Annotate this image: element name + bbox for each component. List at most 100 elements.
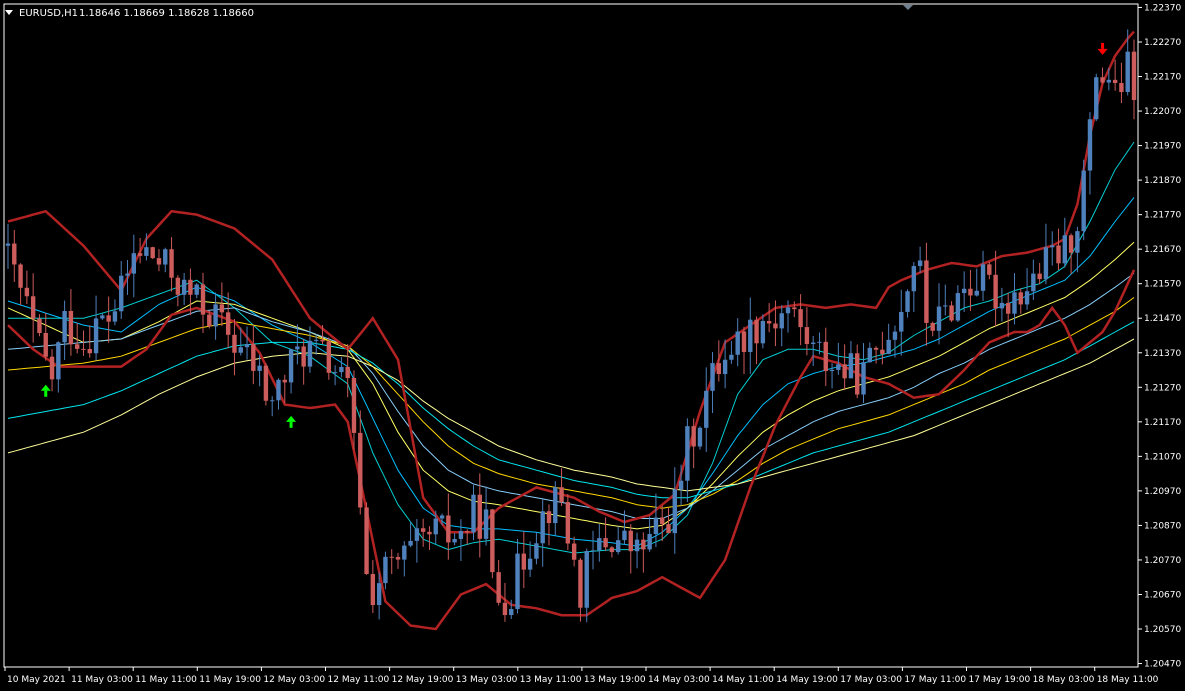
candle xyxy=(263,363,269,406)
x-tick-label: 11 May 03:00 xyxy=(71,675,133,685)
candle-body xyxy=(534,543,539,559)
y-tick-label: 1.21970 xyxy=(1144,142,1181,152)
candle-body xyxy=(1106,79,1112,83)
y-tick-label: 1.21070 xyxy=(1144,452,1181,462)
candle-body xyxy=(433,518,438,535)
candle-body xyxy=(414,528,420,541)
candle-body xyxy=(320,339,325,342)
candle-body xyxy=(823,341,828,372)
candle-body xyxy=(301,346,306,367)
x-tick-label: 12 May 19:00 xyxy=(392,675,454,685)
candle-body xyxy=(364,507,369,575)
candle xyxy=(490,508,495,579)
candle-body xyxy=(119,275,124,312)
candle-body xyxy=(817,341,822,343)
candle-body xyxy=(1131,51,1137,101)
candle-body xyxy=(785,307,791,314)
x-tick-label: 11 May 19:00 xyxy=(199,675,261,685)
candle-body xyxy=(515,553,520,610)
candle-body xyxy=(773,323,778,329)
candle-body xyxy=(402,545,407,560)
candle-body xyxy=(716,363,722,375)
candle-body xyxy=(905,291,910,312)
candle-body xyxy=(295,346,300,350)
candle-body xyxy=(848,353,854,379)
candle-body xyxy=(936,306,942,331)
candle-body xyxy=(156,258,162,265)
candle-body xyxy=(974,290,979,296)
y-tick-label: 1.21170 xyxy=(1144,418,1181,428)
x-tick-label: 13 May 19:00 xyxy=(584,675,646,685)
candle-body xyxy=(886,339,891,354)
y-tick-label: 1.20570 xyxy=(1144,625,1181,635)
candle-body xyxy=(641,539,646,550)
y-tick-label: 1.21470 xyxy=(1144,314,1181,324)
candle-body xyxy=(18,264,23,288)
quote-label: 1.18646 1.18669 1.18628 1.18660 xyxy=(79,8,254,19)
y-tick-label: 1.20770 xyxy=(1144,556,1181,566)
candle-body xyxy=(1050,245,1055,248)
candle-body xyxy=(339,366,344,373)
x-tick-label: 17 May 19:00 xyxy=(969,675,1031,685)
candle-body xyxy=(30,296,36,319)
candle-body xyxy=(175,277,181,295)
candle-body xyxy=(12,243,17,265)
candle-body xyxy=(225,312,231,335)
candle-body xyxy=(420,528,426,532)
x-tick-label: 13 May 11:00 xyxy=(520,675,582,685)
price-chart[interactable]: 1.22370 1.22270 1.22170 1.22070 1.21970 1.218… xyxy=(0,0,1185,691)
candle-body xyxy=(861,362,866,395)
candle-body xyxy=(999,302,1005,309)
candle-body xyxy=(836,364,841,370)
x-tick-label: 14 May 03:00 xyxy=(648,675,710,685)
candle-body xyxy=(251,344,256,371)
candle-body xyxy=(672,489,677,534)
chart-header: EURUSD,H1 1.18646 1.18669 1.18628 1.1866… xyxy=(5,8,254,19)
candle-body xyxy=(540,511,545,544)
candle-body xyxy=(270,400,275,402)
candle-body xyxy=(1031,273,1036,292)
candle-body xyxy=(597,538,602,551)
candle-body xyxy=(1062,235,1068,264)
candle-body xyxy=(1012,292,1017,314)
candle-body xyxy=(911,266,917,292)
candle-body xyxy=(829,369,835,372)
candle-body xyxy=(546,511,552,524)
candle-body xyxy=(892,331,898,340)
candle-body xyxy=(1018,292,1023,305)
candle-body xyxy=(565,502,571,544)
candle-body xyxy=(930,322,935,331)
candle-body xyxy=(1043,247,1049,280)
candle-body xyxy=(609,547,615,553)
candle-body xyxy=(257,365,262,371)
x-tick-label: 17 May 03:00 xyxy=(840,675,902,685)
candle-body xyxy=(553,487,558,524)
candle-body xyxy=(213,304,218,327)
y-tick-label: 1.20870 xyxy=(1144,521,1181,531)
candle-body xyxy=(345,366,350,379)
y-tick-label: 1.21570 xyxy=(1144,280,1181,290)
candle-body xyxy=(100,315,105,319)
candle-body xyxy=(408,540,413,546)
candle-body xyxy=(729,354,734,360)
candle-body xyxy=(779,313,784,329)
candle-body xyxy=(810,342,816,344)
candle-body xyxy=(244,344,250,348)
candle-body xyxy=(615,540,621,553)
candle-body xyxy=(949,305,954,321)
x-tick-label: 11 May 11:00 xyxy=(135,675,197,685)
x-tick-label: 18 May 03:00 xyxy=(1033,675,1095,685)
candle-body xyxy=(490,509,495,573)
candle-body xyxy=(792,307,797,310)
candle-body xyxy=(647,533,652,550)
candle-body xyxy=(527,558,533,570)
candle-body xyxy=(603,538,608,548)
candle-body xyxy=(332,372,338,374)
candle-body xyxy=(660,517,665,525)
candle-body xyxy=(288,349,294,383)
candle-body xyxy=(622,530,627,541)
candle-body xyxy=(741,331,747,353)
candle-body xyxy=(1056,245,1061,264)
x-tick-label: 14 May 11:00 xyxy=(712,675,774,685)
candle-body xyxy=(899,311,904,332)
